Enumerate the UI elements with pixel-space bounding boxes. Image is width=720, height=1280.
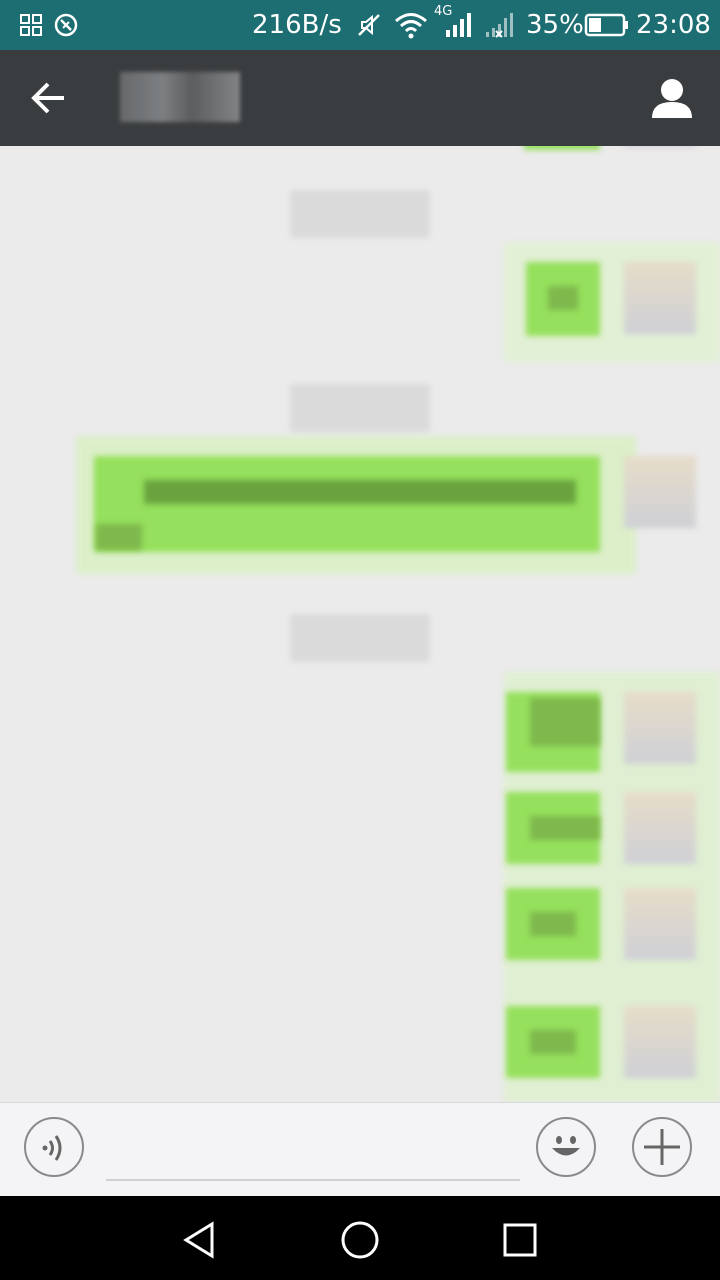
status-bar: 216B/s 4G 35% 23:08 <box>0 0 720 50</box>
more-button[interactable] <box>632 1117 692 1177</box>
timestamp <box>290 614 430 662</box>
home-circle-icon <box>341 1221 379 1259</box>
grid-icon <box>20 14 42 36</box>
message-input[interactable] <box>106 1179 520 1181</box>
profile-button[interactable] <box>650 76 694 120</box>
message-text <box>530 1030 576 1054</box>
nav-back-button[interactable] <box>180 1220 220 1260</box>
nav-recents-button[interactable] <box>500 1220 540 1260</box>
avatar[interactable] <box>624 792 696 864</box>
battery-percent: 35% <box>526 10 584 40</box>
arrow-left-icon <box>31 82 64 114</box>
input-bar <box>0 1102 720 1197</box>
signal-x-icon <box>486 13 513 38</box>
clock: 23:08 <box>636 10 711 40</box>
system-nav-bar <box>0 1196 720 1280</box>
message-text <box>548 286 578 310</box>
message-bubble[interactable] <box>94 456 600 552</box>
avatar[interactable] <box>624 692 696 764</box>
timestamp <box>290 190 430 238</box>
recents-square-icon <box>503 1223 537 1257</box>
message-text <box>530 816 600 840</box>
avatar[interactable] <box>624 888 696 960</box>
smiley-icon <box>552 1136 580 1156</box>
message-text <box>96 524 142 550</box>
mute-icon <box>358 14 380 36</box>
message-text <box>530 698 600 746</box>
back-button[interactable] <box>28 80 68 116</box>
chat-title <box>120 72 240 122</box>
message-text <box>144 480 576 504</box>
voice-icon <box>42 1135 62 1161</box>
chat-header <box>0 50 720 146</box>
voice-button[interactable] <box>24 1117 84 1177</box>
network-speed: 216B/s <box>252 10 342 40</box>
timestamp <box>290 384 430 432</box>
avatar[interactable] <box>624 456 696 528</box>
avatar[interactable] <box>624 1006 696 1078</box>
battery-icon <box>584 13 628 37</box>
avatar[interactable] <box>624 262 696 334</box>
emoji-button[interactable] <box>536 1117 596 1177</box>
signal-icon <box>446 13 471 37</box>
message-bubble[interactable] <box>524 146 600 150</box>
message-text <box>530 912 576 936</box>
person-icon <box>652 79 692 118</box>
back-triangle-icon <box>183 1221 214 1259</box>
notification-icon <box>54 13 78 37</box>
message-list[interactable] <box>0 146 720 1102</box>
wifi-icon <box>395 13 427 39</box>
nav-home-button[interactable] <box>340 1220 380 1260</box>
plus-icon <box>644 1129 680 1165</box>
avatar[interactable] <box>624 146 696 148</box>
